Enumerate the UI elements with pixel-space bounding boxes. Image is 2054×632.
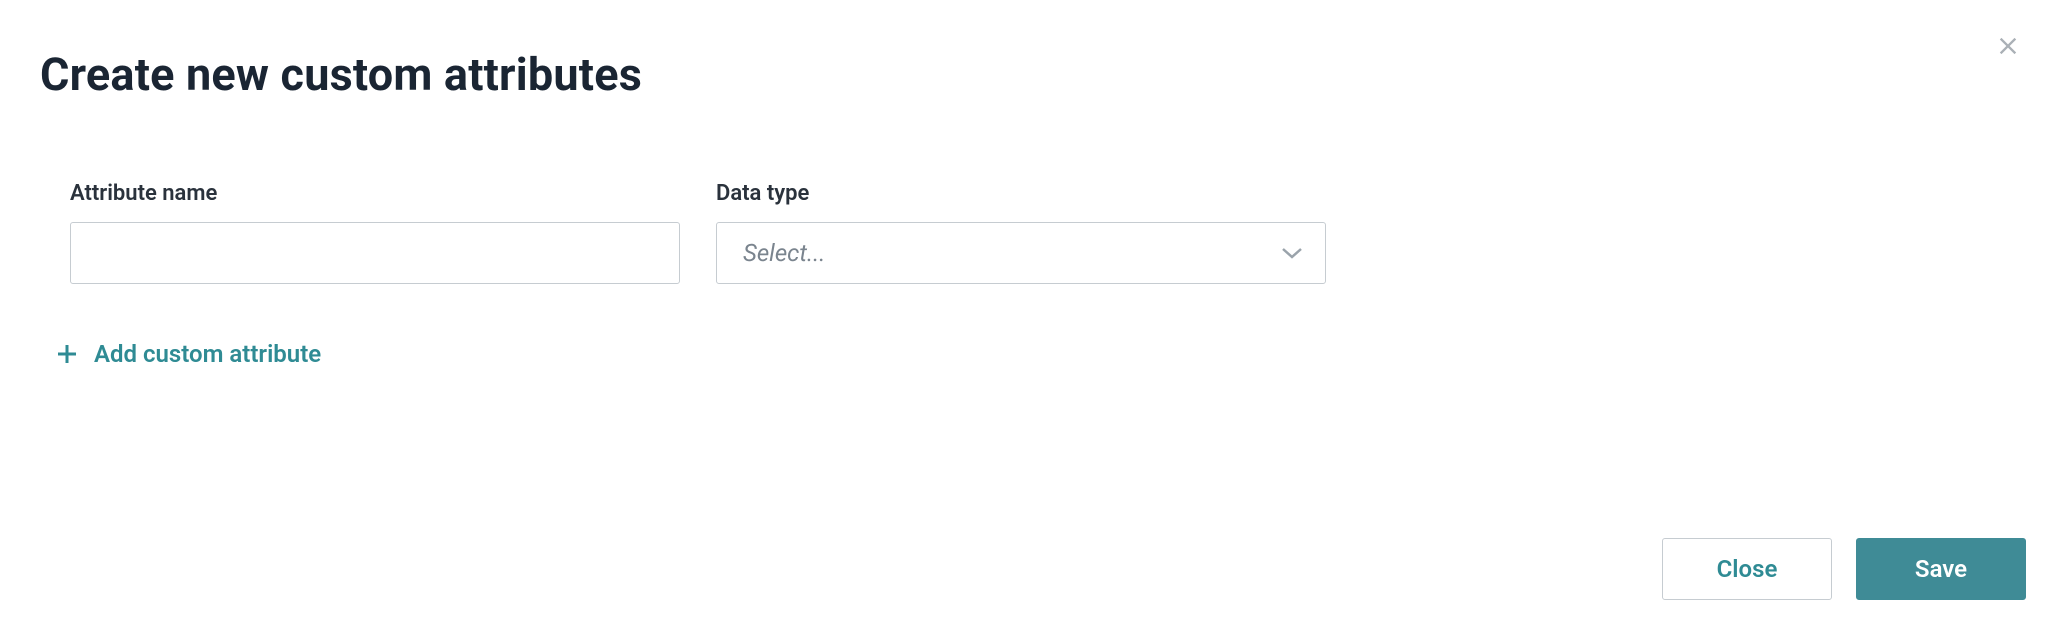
add-custom-attribute-label: Add custom attribute [94, 340, 321, 368]
attribute-name-label: Attribute name [70, 181, 680, 206]
save-button[interactable]: Save [1856, 538, 2026, 600]
close-button[interactable]: Close [1662, 538, 1832, 600]
save-button-label: Save [1915, 555, 1967, 583]
attribute-name-group: Attribute name [70, 181, 680, 284]
plus-icon [54, 341, 80, 367]
add-custom-attribute-link[interactable]: Add custom attribute [0, 284, 2054, 368]
data-type-group: Data type Select... [716, 181, 1326, 284]
close-icon[interactable] [1990, 28, 2026, 64]
data-type-label: Data type [716, 181, 1326, 206]
chevron-down-icon [1281, 242, 1303, 264]
data-type-select[interactable]: Select... [716, 222, 1326, 284]
attribute-name-input[interactable] [70, 222, 680, 284]
close-button-label: Close [1717, 555, 1778, 583]
dialog-title: Create new custom attributes [0, 0, 2054, 101]
footer-buttons: Close Save [1662, 538, 2026, 600]
form-area: Attribute name Data type Select... [0, 101, 2054, 284]
data-type-placeholder: Select... [743, 239, 825, 267]
